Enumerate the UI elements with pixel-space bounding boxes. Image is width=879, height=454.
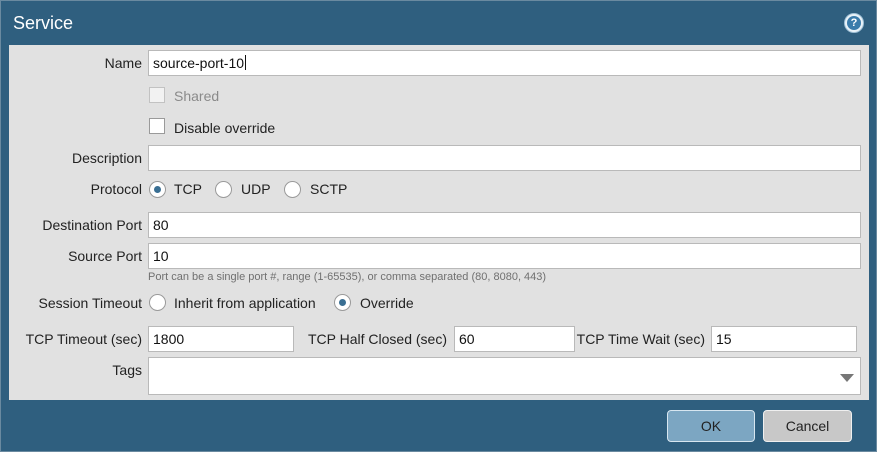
destination-port-field[interactable]: 80 bbox=[148, 212, 861, 238]
caret-down-icon[interactable] bbox=[840, 374, 854, 382]
tcp-timeout-value: 1800 bbox=[153, 331, 185, 347]
shared-label: Shared bbox=[174, 88, 220, 104]
source-port-label: Source Port bbox=[68, 248, 142, 264]
description-label: Description bbox=[71, 150, 142, 166]
session-timeout-label: Session Timeout bbox=[38, 295, 143, 311]
tcp-half-closed-value: 60 bbox=[459, 331, 475, 347]
cancel-button[interactable]: Cancel bbox=[763, 410, 852, 442]
session-inherit-label: Inherit from application bbox=[174, 295, 316, 311]
disable-override-label: Disable override bbox=[174, 120, 276, 136]
protocol-udp-label: UDP bbox=[241, 181, 271, 197]
session-override-label: Override bbox=[360, 295, 414, 311]
source-port-hint: Port can be a single port #, range (1-65… bbox=[148, 271, 547, 283]
dialog-titlebar[interactable]: Service ? bbox=[1, 1, 878, 45]
protocol-sctp-label: SCTP bbox=[310, 181, 348, 197]
destination-port-value: 80 bbox=[153, 217, 169, 233]
tcp-time-wait-field[interactable]: 15 bbox=[711, 326, 857, 352]
dialog-body: Name source-port-10 Shared Disable overr… bbox=[9, 45, 869, 400]
tcp-half-closed-field[interactable]: 60 bbox=[454, 326, 575, 352]
protocol-sctp-radio[interactable] bbox=[284, 181, 301, 198]
text-cursor bbox=[245, 55, 247, 70]
tags-field[interactable] bbox=[148, 357, 861, 395]
tcp-half-closed-label: TCP Half Closed (sec) bbox=[307, 331, 447, 347]
dialog-title: Service bbox=[13, 13, 74, 33]
tcp-time-wait-value: 15 bbox=[716, 331, 732, 347]
destination-port-label: Destination Port bbox=[42, 217, 142, 233]
name-field[interactable]: source-port-10 bbox=[148, 50, 861, 76]
protocol-udp-radio[interactable] bbox=[215, 181, 232, 198]
name-label: Name bbox=[104, 55, 142, 71]
tcp-timeout-field[interactable]: 1800 bbox=[148, 326, 294, 352]
source-port-value: 10 bbox=[153, 248, 169, 264]
shared-checkbox[interactable] bbox=[149, 87, 165, 103]
source-port-field[interactable]: 10 bbox=[148, 243, 861, 269]
help-glyph: ? bbox=[847, 16, 861, 30]
name-value: source-port-10 bbox=[153, 55, 245, 71]
protocol-label: Protocol bbox=[90, 181, 142, 197]
help-icon[interactable]: ? bbox=[844, 13, 864, 33]
session-override-radio[interactable] bbox=[334, 294, 351, 311]
service-dialog: Service ? Name source-port-10 Shared Dis… bbox=[0, 0, 877, 452]
tcp-time-wait-label: TCP Time Wait (sec) bbox=[576, 331, 705, 347]
ok-button[interactable]: OK bbox=[667, 410, 755, 442]
tcp-timeout-label: TCP Timeout (sec) bbox=[25, 331, 142, 347]
protocol-tcp-radio[interactable] bbox=[149, 181, 166, 198]
description-field[interactable] bbox=[148, 145, 861, 171]
session-inherit-radio[interactable] bbox=[149, 294, 166, 311]
disable-override-checkbox[interactable] bbox=[149, 118, 165, 134]
protocol-tcp-label: TCP bbox=[174, 181, 202, 197]
tags-label: Tags bbox=[112, 362, 142, 378]
